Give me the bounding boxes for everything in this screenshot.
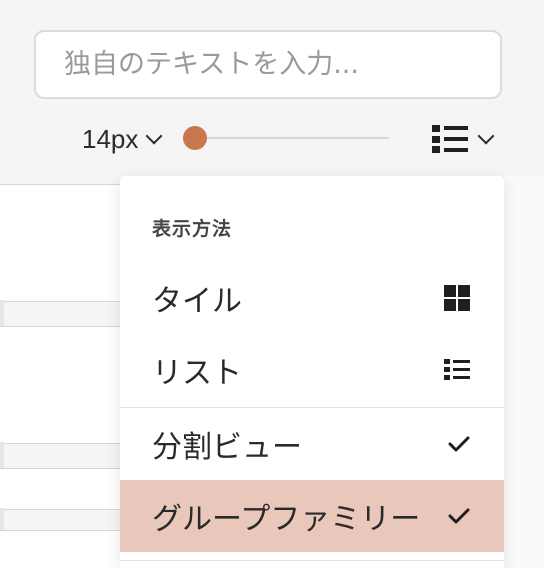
- menu-divider: [120, 560, 504, 561]
- menu-item-label: タイル: [152, 284, 242, 319]
- check-icon: [448, 436, 470, 452]
- menu-header: 表示方法: [152, 218, 233, 240]
- check-icon: [448, 508, 470, 524]
- slider-track: [183, 137, 389, 139]
- menu-item-list[interactable]: リスト: [120, 334, 504, 406]
- background-card: [0, 326, 120, 444]
- custom-text-input[interactable]: [34, 30, 502, 99]
- menu-item-label: 分割ビュー: [152, 430, 302, 465]
- background-card: [0, 184, 120, 302]
- chevron-down-icon: [145, 127, 163, 145]
- font-size-select[interactable]: 14px: [82, 122, 163, 156]
- toolbar: 14px: [0, 0, 544, 176]
- menu-item-group-family[interactable]: グループファミリー: [120, 480, 504, 552]
- menu-item-tile[interactable]: タイル: [120, 262, 504, 334]
- list-view-icon: [432, 125, 468, 153]
- background-divider: [0, 300, 4, 326]
- font-size-slider[interactable]: [183, 126, 389, 150]
- menu-item-label: グループファミリー: [152, 502, 421, 537]
- right-panel: [503, 176, 544, 568]
- list-icon: [444, 359, 470, 380]
- chevron-down-icon: [477, 127, 495, 145]
- background-divider: [0, 442, 4, 468]
- slider-thumb[interactable]: [183, 126, 207, 150]
- background-divider: [0, 508, 4, 530]
- page: 14px 表示方法 タイル: [0, 0, 544, 568]
- background-card: [0, 468, 120, 510]
- background-card: [0, 530, 120, 568]
- tile-grid-icon: [444, 285, 470, 311]
- font-size-label: 14px: [82, 123, 139, 154]
- menu-item-label: リスト: [152, 356, 242, 391]
- view-mode-menu: 表示方法 タイル リスト 分割ビュー グループファミリー: [120, 176, 504, 568]
- view-mode-toggle[interactable]: [432, 122, 495, 156]
- menu-item-split-view[interactable]: 分割ビュー: [120, 408, 504, 480]
